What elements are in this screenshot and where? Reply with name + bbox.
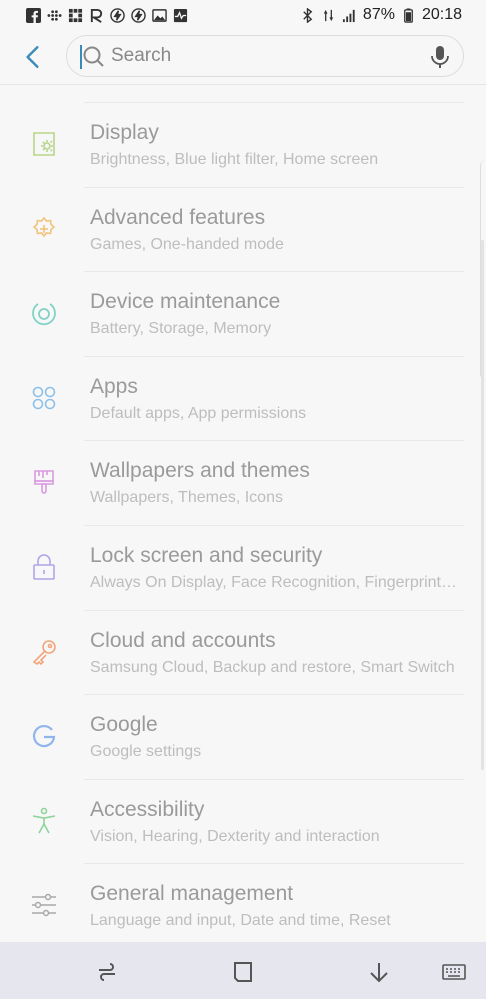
bluetooth-icon [303, 7, 313, 23]
item-subtitle: Battery, Storage, Memory [90, 320, 272, 338]
maintenance-icon [32, 303, 56, 326]
data-icon [323, 9, 334, 21]
item-subtitle: Games, One-handed mode [90, 235, 284, 253]
item-subtitle: Google settings [90, 743, 202, 761]
item-subtitle: Vision, Hearing, Dexterity and interacti… [90, 827, 380, 845]
settings-item-display[interactable]: Display Brightness, Blue light filter, H… [0, 102, 486, 187]
notification-icons [26, 7, 188, 23]
settings-item-device-maintenance[interactable]: Device maintenance Battery, Storage, Mem… [0, 271, 486, 356]
settings-item-apps[interactable]: Apps Default apps, App permissions [0, 355, 486, 441]
gear-plus-icon [32, 216, 56, 237]
search-bar[interactable] [66, 35, 464, 77]
display-icon [33, 132, 55, 156]
r-icon [90, 8, 103, 23]
item-subtitle: Always On Display, Face Recognition, Fin… [90, 573, 460, 591]
item-divider [84, 694, 464, 696]
item-subtitle: Language and input, Date and time, Reset [90, 912, 391, 930]
accessibility-icon [32, 807, 56, 834]
pulse-icon [173, 8, 188, 22]
item-title: Wallpapers and themes [90, 459, 310, 483]
home-icon[interactable] [231, 960, 255, 984]
item-divider [84, 778, 464, 780]
facebook-icon [26, 7, 41, 23]
settings-item-cloud-accounts[interactable]: Cloud and accounts Samsung Cloud, Backup… [0, 609, 486, 695]
settings-item-lock-screen-security[interactable]: Lock screen and security Always On Displ… [0, 524, 486, 610]
item-subtitle: Wallpapers, Themes, Icons [90, 489, 283, 507]
item-divider [84, 271, 464, 273]
item-subtitle: Default apps, App permissions [90, 404, 307, 422]
item-title: Cloud and accounts [90, 628, 276, 652]
keyboard-icon[interactable] [442, 960, 466, 984]
item-title: Accessibility [90, 797, 205, 821]
lock-icon [33, 554, 55, 580]
item-divider [84, 186, 464, 188]
grid-icon [68, 8, 83, 22]
apps-icon [32, 386, 56, 410]
back-button[interactable] [20, 44, 46, 70]
scrollbar[interactable] [481, 240, 484, 770]
brush-icon [34, 470, 54, 495]
settings-item-accessibility[interactable]: Accessibility Vision, Hearing, Dexterity… [0, 778, 486, 864]
dots-grid-icon [47, 9, 62, 21]
item-divider [84, 609, 464, 611]
google-icon [32, 725, 56, 748]
settings-item-wallpapers-themes[interactable]: Wallpapers and themes Wallpapers, Themes… [0, 440, 486, 525]
mic-icon[interactable] [429, 45, 451, 69]
item-title: Lock screen and security [90, 543, 323, 567]
item-title: Advanced features [90, 205, 266, 229]
search-input[interactable] [111, 42, 411, 70]
item-divider [84, 524, 464, 526]
settings-list: Display Brightness, Blue light filter, H… [0, 102, 486, 948]
toolbar-divider [0, 84, 486, 85]
clock: 20:18 [421, 6, 462, 23]
item-subtitle: Samsung Cloud, Backup and restore, Smart… [90, 658, 455, 676]
text-cursor [80, 45, 82, 69]
item-title: Google [90, 713, 158, 737]
battery-level: 87% [362, 6, 395, 23]
item-subtitle: Brightness, Blue light filter, Home scre… [90, 151, 379, 168]
battery-icon [404, 7, 413, 23]
key-icon [32, 639, 56, 665]
item-divider [84, 102, 464, 103]
image-icon [152, 8, 167, 22]
settings-item-advanced-features[interactable]: Advanced features Games, One-handed mode [0, 186, 486, 272]
item-title: Apps [90, 374, 138, 398]
navigation-bar [0, 942, 486, 999]
search-icon [83, 46, 104, 67]
settings-item-general-management[interactable]: General management Language and input, D… [0, 863, 486, 948]
flash-icon [131, 7, 146, 23]
item-divider [84, 440, 464, 442]
item-divider [84, 863, 464, 865]
flash-icon [110, 7, 125, 23]
hide-keyboard-icon[interactable] [367, 960, 391, 984]
item-divider [84, 355, 464, 357]
recents-icon[interactable] [95, 960, 119, 984]
item-title: General management [90, 882, 294, 906]
settings-item-google[interactable]: Google Google settings [0, 694, 486, 779]
sliders-icon [32, 894, 56, 917]
status-bar: 87% 20:18 [0, 0, 486, 30]
system-icons: 87% 20:18 [300, 6, 462, 24]
item-title: Display [90, 121, 159, 144]
toolbar [0, 32, 486, 84]
item-title: Device maintenance [90, 290, 281, 314]
signal-icon [342, 9, 355, 22]
